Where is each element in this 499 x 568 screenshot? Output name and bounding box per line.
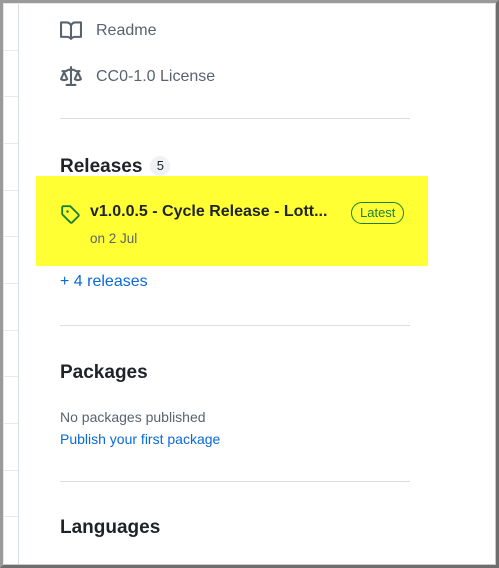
no-packages-text: No packages published	[60, 409, 206, 425]
left-rail	[3, 3, 19, 565]
release-date: on 2 Jul	[90, 231, 138, 246]
release-name[interactable]: v1.0.0.5 - Cycle Release - Lott...	[90, 203, 340, 221]
license-link[interactable]: CC0-1.0 License	[60, 66, 215, 88]
more-releases-link[interactable]: + 4 releases	[60, 273, 148, 291]
publish-package-link[interactable]: Publish your first package	[60, 431, 220, 447]
license-label: CC0-1.0 License	[96, 68, 216, 85]
divider	[60, 118, 410, 119]
languages-title: Languages	[60, 517, 161, 538]
divider	[60, 325, 410, 326]
law-scale-icon	[60, 66, 82, 86]
releases-count-badge: 5	[150, 156, 171, 176]
readme-link[interactable]: Readme	[60, 20, 156, 42]
releases-title: Releases	[60, 156, 143, 177]
tag-icon	[61, 205, 80, 224]
packages-title[interactable]: Packages	[60, 362, 148, 384]
releases-heading[interactable]: Releases 5	[60, 156, 171, 178]
latest-badge: Latest	[351, 202, 405, 224]
book-icon	[60, 21, 82, 40]
readme-label: Readme	[96, 22, 157, 39]
divider	[60, 481, 410, 482]
